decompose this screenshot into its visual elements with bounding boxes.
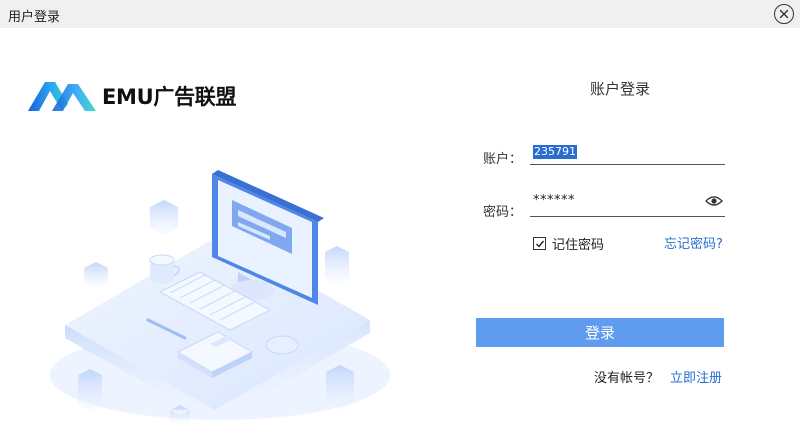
close-icon [779,9,789,19]
close-button[interactable] [774,4,794,24]
window-title: 用户登录 [8,10,61,25]
title-bar: 用户登录 [0,0,800,28]
account-input[interactable]: 235791 [530,140,725,165]
account-label: 账户： [483,152,523,167]
brand-logo: EMU广告联盟 [28,76,237,116]
password-input[interactable]: ****** [530,190,702,216]
login-heading: 账户登录 [590,80,651,98]
password-input-value: ****** [533,193,575,208]
account-underline [530,164,725,165]
register-link[interactable]: 立即注册 [670,367,722,386]
eye-icon[interactable] [705,194,723,208]
remember-password-checkbox[interactable]: 记住密码 [533,234,604,253]
checkbox-icon[interactable] [533,237,546,250]
emu-logo-mark-icon [28,82,96,111]
remember-password-label: 记住密码 [552,238,605,253]
login-button[interactable]: 登录 [476,318,724,347]
password-underline [530,216,725,217]
brand-name: EMU广告联盟 [102,85,237,109]
desk-computer-illustration [50,170,390,423]
password-label: 密码： [483,205,523,220]
forgot-password-link[interactable]: 忘记密码? [664,233,723,252]
account-input-value: 235791 [533,145,577,159]
no-account-text: 没有帐号？ [594,371,660,386]
